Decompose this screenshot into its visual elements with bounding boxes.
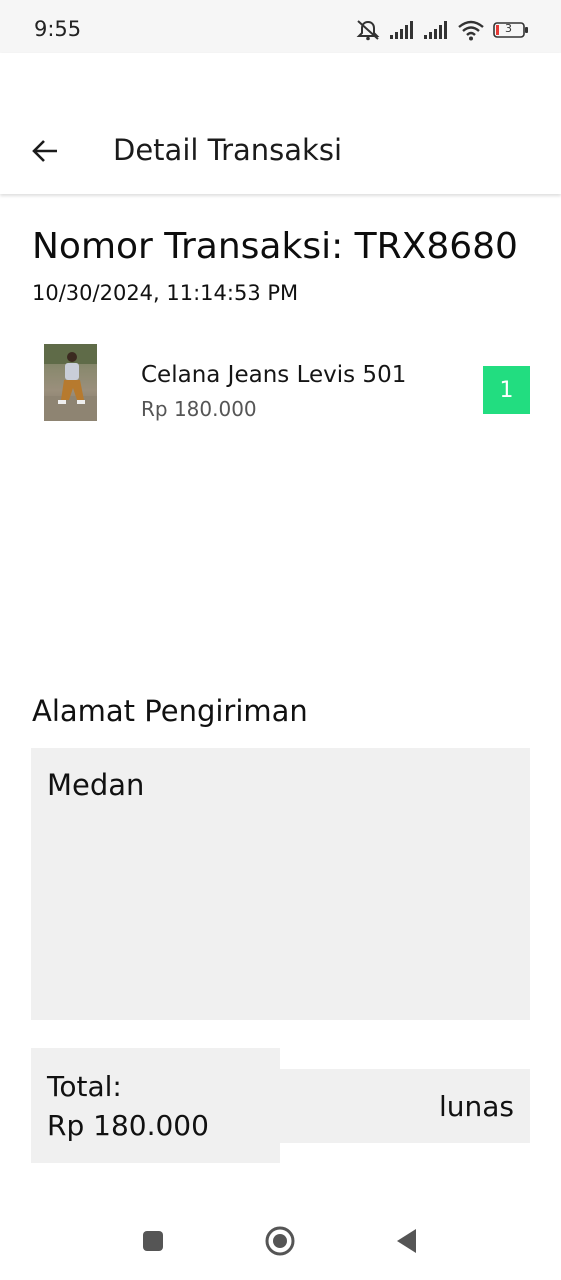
product-thumbnail (44, 344, 97, 421)
battery-level: 3 (505, 22, 512, 35)
square-icon (141, 1229, 165, 1257)
shipping-address-label: Alamat Pengiriman (32, 694, 308, 728)
system-nav-bar (0, 1200, 561, 1280)
total-label: Total: (47, 1070, 122, 1103)
transaction-datetime: 10/30/2024, 11:14:53 PM (32, 281, 299, 305)
mute-icon (355, 19, 381, 41)
circle-home-icon (264, 1225, 296, 1261)
product-price: Rp 180.000 (141, 397, 257, 421)
shipping-address-box: Medan (31, 748, 530, 1020)
battery-icon: 3 (493, 21, 529, 39)
payment-status-box: lunas (280, 1069, 530, 1143)
total-box: Total: Rp 180.000 (31, 1048, 280, 1163)
status-time: 9:55 (34, 17, 82, 41)
page-title: Detail Transaksi (113, 133, 343, 167)
quantity-badge: 1 (483, 366, 530, 414)
wifi-icon (457, 19, 485, 41)
arrow-left-icon (31, 139, 59, 167)
status-bar: 9:55 3 (0, 0, 561, 53)
payment-status: lunas (438, 1090, 514, 1123)
product-name: Celana Jeans Levis 501 (141, 362, 407, 388)
shipping-address-text: Medan (47, 768, 145, 802)
app-bar: Detail Transaksi (0, 53, 561, 194)
status-icons: 3 (355, 18, 529, 42)
recent-apps-button[interactable] (137, 1227, 169, 1259)
transaction-number: Nomor Transaksi: TRX8680 (32, 226, 518, 267)
signal-icon (389, 20, 415, 40)
home-button[interactable] (264, 1225, 296, 1261)
back-nav-button[interactable] (390, 1227, 422, 1259)
total-value: Rp 180.000 (47, 1109, 209, 1142)
list-item[interactable]: Celana Jeans Levis 501 Rp 180.000 1 (32, 340, 530, 424)
triangle-back-icon (394, 1228, 418, 1258)
back-button[interactable] (26, 134, 64, 172)
signal-icon (423, 20, 449, 40)
